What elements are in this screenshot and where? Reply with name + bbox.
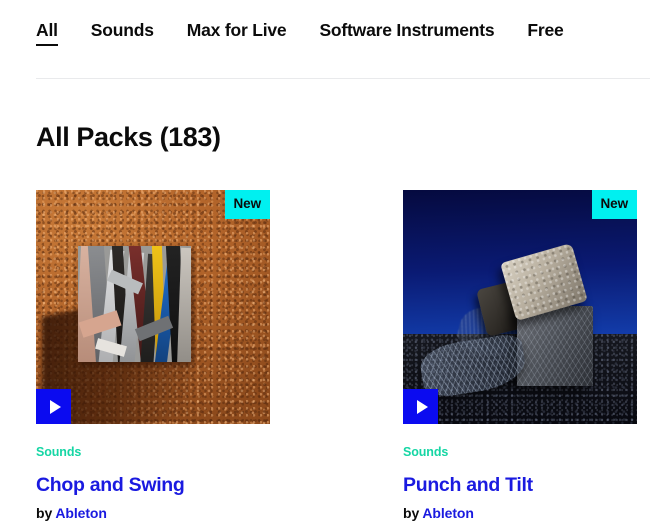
pack-author-prefix: by [36, 505, 53, 521]
pack-author: by Ableton [36, 504, 270, 522]
pack-artwork[interactable]: New [403, 190, 637, 424]
new-badge: New [224, 190, 270, 219]
category-filter-nav: All Sounds Max for Live Software Instrum… [0, 0, 650, 79]
nav-item-max-for-live[interactable]: Max for Live [187, 19, 287, 46]
new-badge: New [591, 190, 637, 219]
nav-list: All Sounds Max for Live Software Instrum… [36, 19, 597, 46]
play-button[interactable] [36, 389, 71, 424]
play-icon [49, 399, 61, 414]
pack-author-link[interactable]: Ableton [55, 505, 107, 521]
play-button[interactable] [403, 389, 438, 424]
pack-author: by Ableton [403, 504, 637, 522]
pack-grid: New Sounds Chop and Swing by Ableton New… [36, 190, 650, 522]
pack-card-body: Sounds Chop and Swing by Ableton [36, 424, 270, 522]
pack-title-link[interactable]: Punch and Tilt [403, 473, 637, 497]
pack-category-link[interactable]: Sounds [36, 445, 81, 460]
artwork-image-chop-and-swing [36, 190, 270, 424]
play-icon [416, 399, 428, 414]
nav-item-label: All [36, 20, 58, 40]
artwork-base-block [517, 306, 593, 386]
nav-divider [36, 78, 650, 79]
nav-item-sounds[interactable]: Sounds [91, 19, 154, 46]
pack-category-link[interactable]: Sounds [403, 445, 448, 460]
nav-item-free[interactable]: Free [527, 19, 563, 46]
pack-author-link[interactable]: Ableton [422, 505, 474, 521]
nav-item-label: Free [527, 20, 564, 40]
artwork-image-punch-and-tilt [403, 190, 637, 424]
nav-item-label: Software Instruments [319, 20, 495, 40]
packs-page: All Sounds Max for Live Software Instrum… [0, 0, 650, 522]
pack-artwork[interactable]: New [36, 190, 270, 424]
pack-card-body: Sounds Punch and Tilt by Ableton [403, 424, 637, 522]
nav-item-all[interactable]: All [36, 19, 58, 46]
nav-item-label: Max for Live [186, 20, 287, 40]
pack-title-link[interactable]: Chop and Swing [36, 473, 270, 497]
page-title: All Packs (183) [36, 122, 221, 152]
nav-item-software-instruments[interactable]: Software Instruments [319, 19, 494, 46]
pack-card-chop-and-swing[interactable]: New Sounds Chop and Swing by Ableton [36, 190, 270, 522]
pack-author-prefix: by [403, 505, 420, 521]
nav-item-label: Sounds [90, 20, 154, 40]
pack-card-punch-and-tilt[interactable]: New Sounds Punch and Tilt by Ableton [403, 190, 637, 522]
artwork-scrap-cube [78, 246, 191, 362]
